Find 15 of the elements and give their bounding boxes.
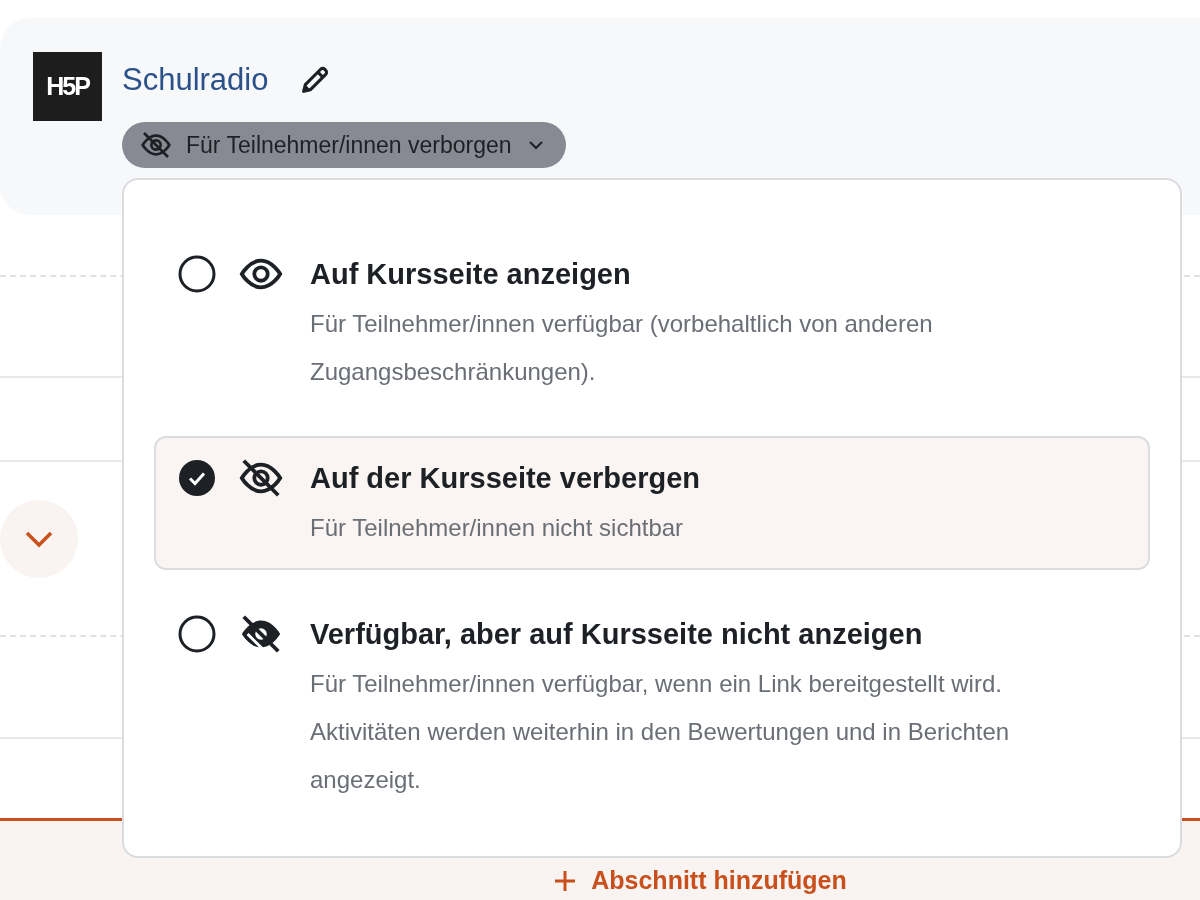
activity-logo: H5P xyxy=(33,52,102,121)
visibility-option[interactable]: Verfügbar, aber auf Kursseite nicht anzeigen Für Teilnehmer/innen verfügbar, wenn ein Link bereitgestellt wird. Aktivitäten werden weiterhin in den Bewertungen und in Berichten angezeigt. xyxy=(154,592,1150,822)
option-description: Für Teilnehmer/innen verfügbar (vorbehaltlich von anderen Zugangsbeschränkungen). xyxy=(310,309,934,387)
plus-icon xyxy=(553,868,578,893)
visibility-option[interactable]: Auf der Kursseite verbergen Für Teilnehmer/innen nicht sichtbar xyxy=(154,436,1150,570)
option-description: Für Teilnehmer/innen verfügbar, wenn ein Link bereitgestellt wird. Aktivitäten werden weiterhin in den Bewertungen und in Berichten angezeigt. xyxy=(310,669,1011,795)
visibility-option[interactable]: Auf Kursseite anzeigen Für Teilnehmer/innen verfügbar (vorbehaltlich von anderen Zugangsbeschränkungen). xyxy=(154,232,1150,414)
option-title: Auf Kursseite anzeigen xyxy=(310,257,632,292)
activity-title-link[interactable]: Schulradio xyxy=(122,62,269,98)
chevron-down-icon xyxy=(24,530,54,548)
add-section-button[interactable]: Abschnitt hinzufügen xyxy=(547,865,853,896)
visibility-dropdown[interactable]: Für Teilnehmer/innen verborgen xyxy=(122,122,566,168)
option-title: Auf der Kursseite verbergen xyxy=(310,461,700,496)
option-title: Verfügbar, aber auf Kursseite nicht anzeigen xyxy=(310,617,924,652)
option-description: Für Teilnehmer/innen nicht sichtbar xyxy=(310,513,685,543)
